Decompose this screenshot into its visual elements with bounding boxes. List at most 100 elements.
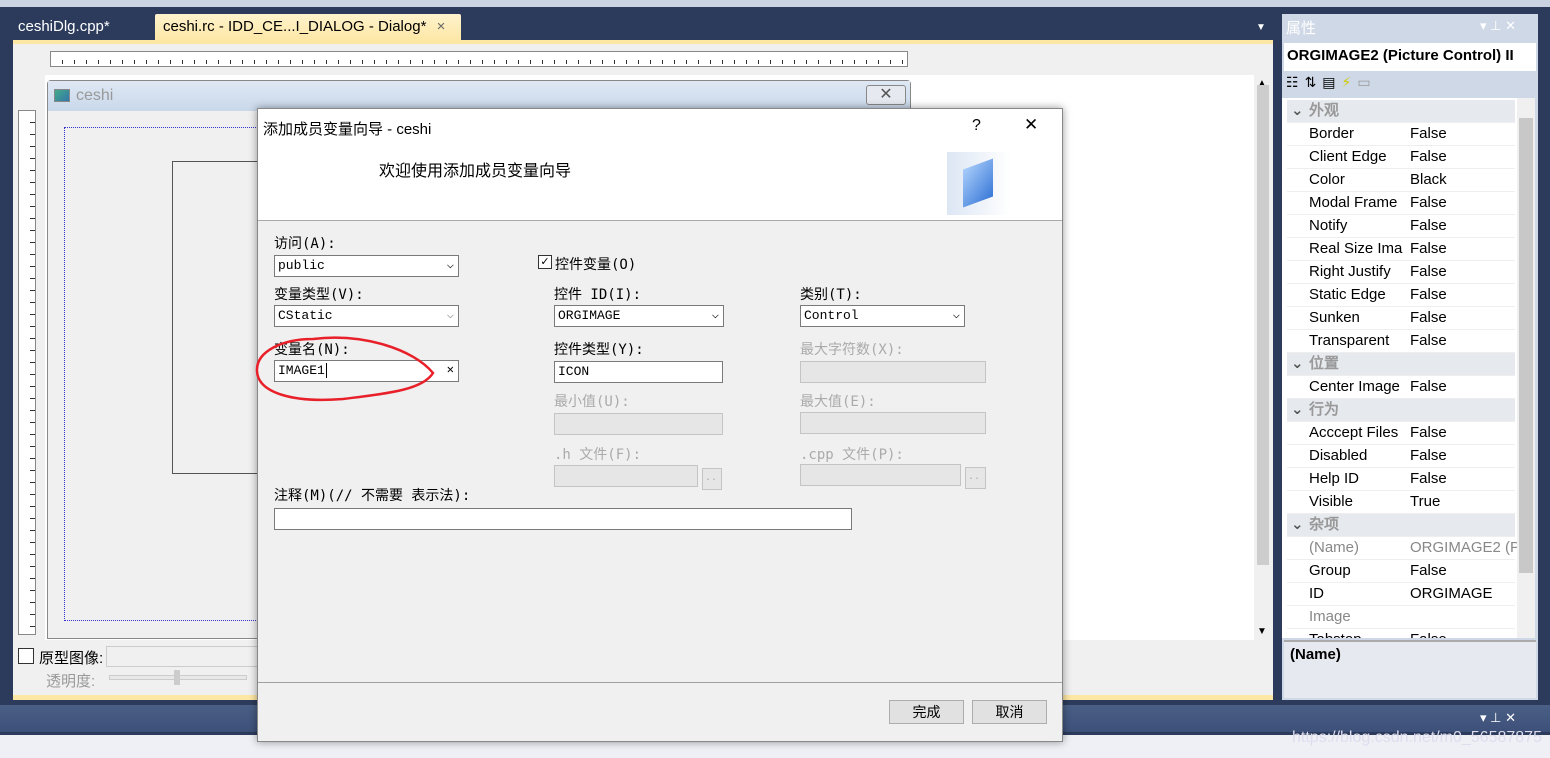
- comment-input[interactable]: [274, 508, 852, 530]
- add-member-variable-wizard: 添加成员变量向导 - ceshi ? ✕ 欢迎使用添加成员变量向导 访问(A):…: [255, 108, 1063, 742]
- min-value-input[interactable]: [554, 413, 723, 435]
- property-row[interactable]: ID ORGIMAGE: [1287, 583, 1520, 606]
- cpp-file-input[interactable]: [800, 464, 961, 486]
- property-name: Acccept Files: [1309, 422, 1409, 444]
- property-row[interactable]: Modal Frame False: [1287, 192, 1520, 215]
- object-selector[interactable]: ORGIMAGE2 (Picture Control) II: [1284, 43, 1536, 71]
- horizontal-ruler[interactable]: [50, 51, 908, 67]
- tab-ceshi-rc[interactable]: ceshi.rc - IDD_CE...I_DIALOG - Dialog* ×: [155, 14, 461, 41]
- property-value[interactable]: Black: [1410, 169, 1520, 191]
- vertical-ruler[interactable]: [18, 110, 36, 635]
- property-name: Image: [1309, 606, 1409, 628]
- property-row[interactable]: (Name) ORGIMAGE2 (P: [1287, 537, 1520, 560]
- watermark: https://blog.csdn.net/m0_56587875: [1292, 729, 1542, 746]
- access-select[interactable]: public ⌵: [274, 255, 459, 277]
- property-row[interactable]: Sunken False: [1287, 307, 1520, 330]
- property-row[interactable]: Right Justify False: [1287, 261, 1520, 284]
- property-category[interactable]: ⌄ 杂项: [1287, 514, 1515, 537]
- max-chars-input[interactable]: [800, 361, 986, 383]
- property-row[interactable]: Disabled False: [1287, 445, 1520, 468]
- control-variable-checkbox[interactable]: ✓: [538, 255, 552, 269]
- categorized-icon[interactable]: ☷: [1286, 74, 1305, 90]
- properties-toolbar[interactable]: ☷⇅▤⚡▭: [1286, 74, 1377, 91]
- chevron-down-icon: ⌵: [446, 258, 454, 272]
- max-value-label: 最大值(E):: [800, 394, 876, 410]
- tab-dropdown-icon[interactable]: ▼: [1256, 22, 1266, 33]
- help-button[interactable]: ?: [972, 117, 981, 135]
- property-value[interactable]: False: [1410, 261, 1520, 283]
- slider-thumb[interactable]: [174, 670, 180, 685]
- property-value[interactable]: False: [1410, 376, 1520, 398]
- editor-scrollbar[interactable]: ▲ ▼: [1254, 75, 1272, 640]
- variable-type-combo[interactable]: CStatic ⌵: [274, 305, 459, 327]
- finish-button[interactable]: 完成: [889, 700, 964, 724]
- h-file-label: .h 文件(F):: [554, 447, 642, 463]
- control-id-select[interactable]: ORGIMAGE ⌵: [554, 305, 724, 327]
- property-row[interactable]: Image: [1287, 606, 1520, 629]
- property-row[interactable]: Group False: [1287, 560, 1520, 583]
- property-row[interactable]: Visible True: [1287, 491, 1520, 514]
- property-value[interactable]: ORGIMAGE: [1410, 583, 1520, 605]
- properties-panel: 属性 ▾ ⊥ ✕ ORGIMAGE2 (Picture Control) II …: [1282, 14, 1538, 700]
- property-scrollbar[interactable]: [1517, 98, 1535, 638]
- property-value[interactable]: False: [1410, 330, 1520, 352]
- property-row[interactable]: Center Image False: [1287, 376, 1520, 399]
- cancel-button[interactable]: 取消: [972, 700, 1047, 724]
- property-row[interactable]: Border False: [1287, 123, 1520, 146]
- chevron-down-icon[interactable]: ⌄: [1291, 353, 1304, 375]
- prototype-label: 原型图像:: [39, 650, 104, 667]
- property-value[interactable]: ORGIMAGE2 (P: [1410, 537, 1520, 559]
- property-row[interactable]: Help ID False: [1287, 468, 1520, 491]
- property-value[interactable]: False: [1410, 560, 1520, 582]
- panel-controls-icon[interactable]: ▾ ⊥ ✕: [1480, 18, 1516, 34]
- property-value[interactable]: False: [1410, 468, 1520, 490]
- events-icon[interactable]: ⚡: [1342, 74, 1358, 90]
- max-value-input[interactable]: [800, 412, 986, 434]
- properties-icon[interactable]: ▤: [1322, 74, 1341, 90]
- property-value[interactable]: False: [1410, 123, 1520, 145]
- property-row[interactable]: Acccept Files False: [1287, 422, 1520, 445]
- prototype-path-field[interactable]: [106, 646, 258, 667]
- property-value[interactable]: True: [1410, 491, 1520, 513]
- property-value[interactable]: False: [1410, 629, 1520, 638]
- property-value[interactable]: False: [1410, 307, 1520, 329]
- control-type-field[interactable]: ICON: [554, 361, 723, 383]
- property-value[interactable]: [1410, 606, 1520, 628]
- property-row[interactable]: Color Black: [1287, 169, 1520, 192]
- property-category[interactable]: ⌄ 行为: [1287, 399, 1515, 422]
- chevron-down-icon[interactable]: ⌄: [1291, 100, 1304, 122]
- chevron-down-icon[interactable]: ⌄: [1291, 514, 1304, 536]
- property-value[interactable]: False: [1410, 146, 1520, 168]
- prototype-checkbox[interactable]: [18, 648, 34, 664]
- property-value[interactable]: False: [1410, 284, 1520, 306]
- wizard-logo-icon: [947, 152, 1010, 215]
- category-select[interactable]: Control ⌵: [800, 305, 965, 327]
- design-close-button[interactable]: ✕: [866, 85, 906, 105]
- property-value[interactable]: False: [1410, 445, 1520, 467]
- pages-icon[interactable]: ▭: [1357, 74, 1376, 90]
- opacity-slider[interactable]: [109, 670, 247, 685]
- property-category[interactable]: ⌄ 外观: [1287, 100, 1515, 123]
- property-row[interactable]: Transparent False: [1287, 330, 1520, 353]
- property-row[interactable]: TabstopFalse: [1287, 629, 1520, 638]
- property-value[interactable]: False: [1410, 215, 1520, 237]
- alphabetical-icon[interactable]: ⇅: [1305, 74, 1323, 90]
- chevron-down-icon[interactable]: ⌄: [1291, 399, 1304, 421]
- property-category[interactable]: ⌄ 位置: [1287, 353, 1515, 376]
- property-row[interactable]: Static Edge False: [1287, 284, 1520, 307]
- property-value[interactable]: False: [1410, 238, 1520, 260]
- property-row[interactable]: Real Size Ima False: [1287, 238, 1520, 261]
- property-row[interactable]: Notify False: [1287, 215, 1520, 238]
- property-value[interactable]: False: [1410, 192, 1520, 214]
- property-name: Right Justify: [1309, 261, 1409, 283]
- close-button[interactable]: ✕: [1024, 115, 1038, 135]
- category-label: 外观: [1309, 102, 1340, 119]
- cpp-file-browse-button[interactable]: ..: [965, 467, 986, 489]
- tab-close-icon[interactable]: ×: [437, 18, 446, 35]
- panel-controls-icon[interactable]: ▾ ⊥ ✕: [1480, 710, 1516, 726]
- tab-ceshidlg-cpp[interactable]: ceshiDlg.cpp*: [10, 14, 118, 41]
- property-row[interactable]: Client Edge False: [1287, 146, 1520, 169]
- h-file-browse-button[interactable]: ..: [702, 468, 722, 490]
- property-value[interactable]: False: [1410, 422, 1520, 444]
- h-file-input[interactable]: [554, 465, 698, 487]
